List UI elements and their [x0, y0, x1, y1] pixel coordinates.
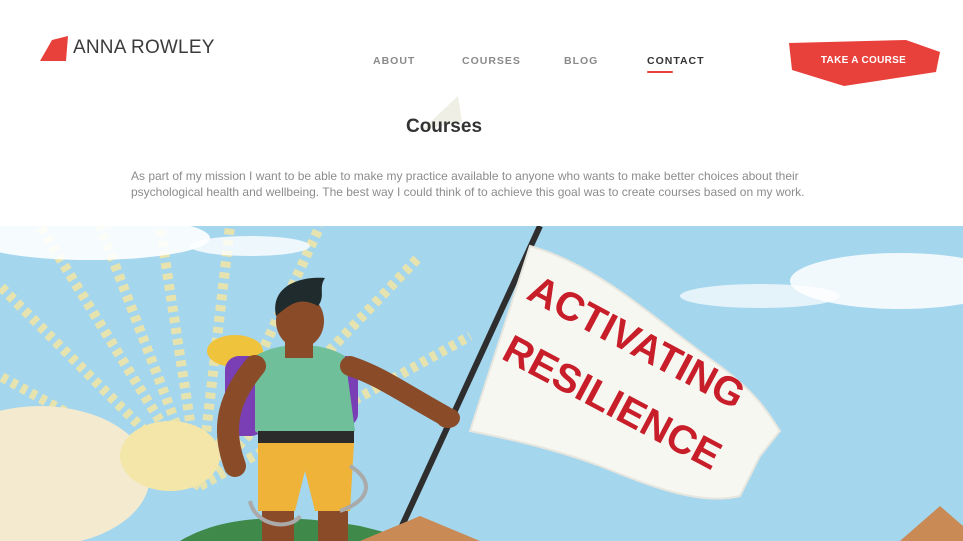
nav-blog[interactable]: BLOG	[564, 55, 598, 67]
nav-contact-label: CONTACT	[647, 55, 705, 67]
cloud-right-small	[680, 284, 840, 308]
activating-resilience-illustration: ACTIVATING RESILIENCE	[0, 226, 963, 541]
intro-text: As part of my mission I want to be able …	[131, 169, 805, 199]
nav-contact[interactable]: CONTACT	[647, 55, 705, 73]
cloud-small	[190, 236, 310, 256]
active-nav-underline	[647, 71, 673, 73]
logo[interactable]: ANNA ROWLEY	[40, 34, 215, 62]
logo-text: ANNA ROWLEY	[73, 37, 215, 58]
sun	[120, 421, 220, 491]
cta-label: TAKE A COURSE	[820, 55, 907, 66]
logo-mark-icon	[40, 36, 68, 61]
nav-about[interactable]: ABOUT	[373, 55, 415, 67]
take-a-course-button[interactable]: TAKE A COURSE	[786, 40, 941, 88]
site-header: ANNA ROWLEY ABOUT COURSES BLOG CONTACT T…	[0, 0, 963, 95]
page-title: Courses	[405, 116, 483, 137]
hero-illustration: ACTIVATING RESILIENCE	[0, 226, 963, 541]
nav-courses[interactable]: COURSES	[462, 55, 521, 67]
